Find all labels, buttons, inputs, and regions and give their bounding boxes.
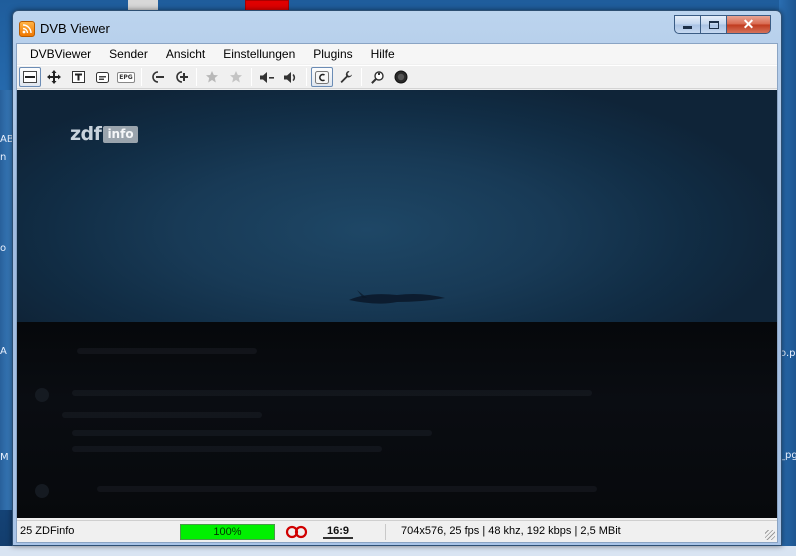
channel-prev-icon	[152, 71, 164, 83]
maximize-icon	[708, 20, 719, 29]
record-status-icon	[285, 525, 308, 539]
volume-down-button[interactable]	[256, 67, 278, 87]
client-area: DVBViewer Sender Ansicht Einstellungen P…	[16, 43, 778, 543]
logo-zdf-text: zdf	[70, 123, 102, 145]
volume-up-button[interactable]	[280, 67, 302, 87]
teletext-button[interactable]	[67, 67, 89, 87]
move-button[interactable]	[43, 67, 65, 87]
toolbar-separator	[251, 68, 252, 86]
close-button[interactable]: ✕	[727, 15, 771, 34]
volume-up-icon	[284, 71, 296, 83]
favorite-remove-button[interactable]	[225, 67, 247, 87]
menu-einstellungen[interactable]: Einstellungen	[214, 44, 304, 64]
menu-sender[interactable]: Sender	[100, 44, 157, 64]
subtitle-button[interactable]	[91, 67, 113, 87]
aspect-ratio[interactable]: 16:9	[323, 524, 353, 539]
zdfinfo-logo: zdf info	[70, 123, 138, 145]
desktop-fragment-text: n	[0, 152, 7, 163]
toolbar-separator	[196, 68, 197, 86]
maximize-button[interactable]	[701, 15, 727, 34]
desktop-fragment-text: o	[0, 243, 7, 254]
epg-icon: EPG	[117, 71, 135, 83]
ghost-bullet	[35, 484, 49, 498]
fish-silhouette	[349, 290, 445, 304]
ghost-text-line	[62, 412, 262, 418]
epg-button[interactable]: EPG	[115, 67, 137, 87]
ghost-text-line	[72, 430, 432, 436]
stream-info: 704x576, 25 fps | 48 khz, 192 kbps | 2,5…	[401, 525, 621, 537]
ghost-bullet	[35, 388, 49, 402]
volume-down-icon	[260, 71, 274, 83]
toolbar-separator	[141, 68, 142, 86]
ghost-text-line	[97, 486, 597, 492]
settings-wrench-icon	[340, 71, 352, 83]
menu-plugins[interactable]: Plugins	[304, 44, 361, 64]
record-icon	[394, 70, 408, 84]
ghost-text-line	[77, 348, 257, 354]
c-mode-icon	[315, 70, 329, 84]
toolbar: EPG	[17, 65, 777, 89]
window-title: DVB Viewer	[40, 21, 110, 36]
channel-prev-button[interactable]	[146, 67, 168, 87]
teletext-icon	[71, 71, 85, 83]
resize-grip[interactable]	[765, 530, 775, 540]
channel-name: 25 ZDFinfo	[20, 525, 75, 537]
menu-hilfe[interactable]: Hilfe	[362, 44, 404, 64]
logo-info-badge: info	[103, 125, 138, 143]
menu-bar: DVBViewer Sender Ansicht Einstellungen P…	[17, 44, 777, 64]
title-bar[interactable]: DVB Viewer ✕	[13, 11, 781, 41]
ghost-text-line	[72, 446, 382, 452]
menu-dvbviewer[interactable]: DVBViewer	[21, 44, 100, 64]
minimize-icon	[683, 26, 692, 29]
favorite-remove-icon	[230, 71, 242, 83]
video-display[interactable]: zdf info	[17, 90, 777, 518]
signal-strength-bar: 100%	[180, 524, 275, 540]
fullscreen-bar-icon	[23, 71, 37, 83]
desktop-fragment-text: M	[0, 452, 9, 463]
subtitle-icon	[95, 71, 109, 83]
record-button[interactable]	[390, 67, 412, 87]
channel-next-icon	[176, 71, 188, 83]
favorite-add-button[interactable]	[201, 67, 223, 87]
favorite-add-icon	[206, 71, 218, 83]
settings-button[interactable]	[335, 67, 357, 87]
desktop-bottom-strip	[0, 546, 796, 556]
status-divider	[385, 524, 386, 540]
window-controls: ✕	[674, 15, 771, 35]
move-arrows-icon	[47, 70, 61, 84]
snapshot-icon	[370, 70, 384, 84]
c-mode-button[interactable]	[311, 67, 333, 87]
menu-ansicht[interactable]: Ansicht	[157, 44, 214, 64]
desktop-fragment-text: A	[0, 346, 7, 357]
minimize-button[interactable]	[674, 15, 701, 34]
dvb-viewer-window: DVB Viewer ✕ DVBViewer Sender Ansicht Ei…	[12, 10, 782, 546]
close-icon: ✕	[742, 16, 755, 32]
fullscreen-bar-button[interactable]	[19, 67, 41, 87]
snapshot-button[interactable]	[366, 67, 388, 87]
toolbar-separator	[361, 68, 362, 86]
desktop-fragment-text: o.p	[780, 348, 796, 359]
desktop-fragment-text: _pg	[780, 450, 796, 461]
ghost-text-line	[72, 390, 592, 396]
toolbar-separator	[306, 68, 307, 86]
app-rss-icon	[19, 21, 35, 37]
channel-next-button[interactable]	[170, 67, 192, 87]
status-bar: 25 ZDFinfo 100% 16:9 704x576, 25 fps | 4…	[17, 520, 777, 542]
